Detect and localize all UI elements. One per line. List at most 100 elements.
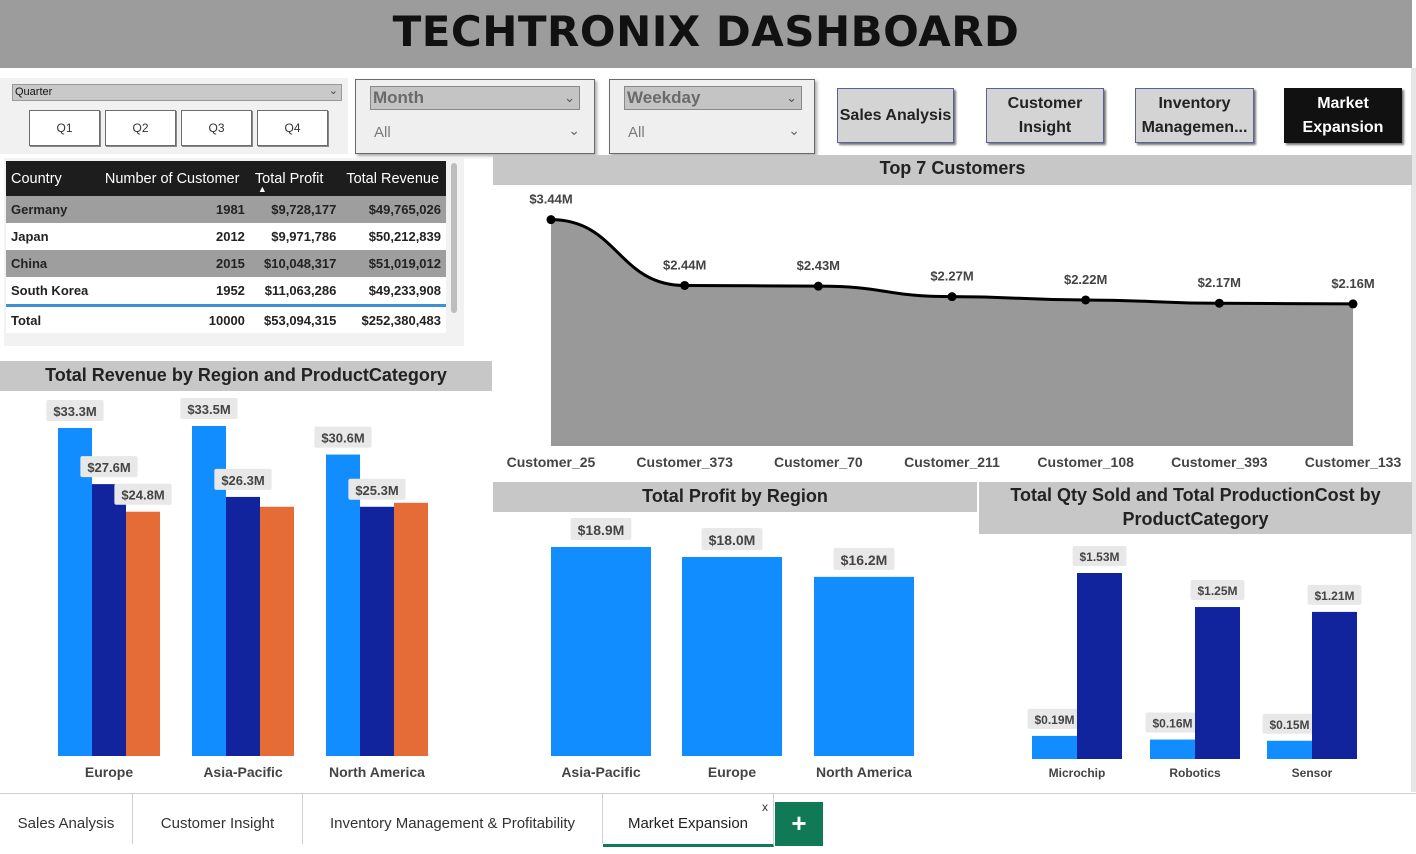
table-header-row: Country Number of Customer Total Profit ▲… bbox=[6, 161, 446, 196]
quarter-q3-button[interactable]: Q3 bbox=[181, 110, 252, 146]
x-tick-label: North America bbox=[329, 764, 425, 780]
cell-customers: 1952 bbox=[99, 277, 250, 306]
market-expansion-button[interactable]: Market Expansion bbox=[1284, 88, 1402, 143]
data-label: $2.22M bbox=[1064, 272, 1107, 287]
revenue-chart-title: Total Revenue by Region and ProductCateg… bbox=[0, 361, 492, 391]
table-total-row: Total 10000 $53,094,315 $252,380,483 bbox=[6, 304, 446, 333]
data-label: $1.25M bbox=[1197, 584, 1237, 598]
col-header-country[interactable]: Country bbox=[6, 161, 100, 196]
chevron-down-icon: ⌄ bbox=[328, 85, 338, 97]
bar bbox=[1150, 739, 1195, 759]
cell-revenue: $49,765,026 bbox=[341, 196, 446, 223]
bar bbox=[551, 547, 651, 756]
cell-profit: $9,728,177 bbox=[249, 196, 342, 223]
x-tick-label: Customer_211 bbox=[904, 454, 1000, 470]
data-label: $25.3M bbox=[355, 483, 398, 498]
x-tick-label: Microchip bbox=[1049, 766, 1106, 780]
cell-revenue: $50,212,839 bbox=[341, 223, 446, 250]
chevron-down-icon[interactable]: ⌄ bbox=[568, 122, 580, 139]
inventory-management-button[interactable]: Inventory Managemen... bbox=[1135, 88, 1254, 143]
customer-insight-button[interactable]: Customer Insight bbox=[986, 88, 1104, 143]
bar bbox=[326, 454, 360, 756]
table-scrollbar[interactable] bbox=[451, 163, 457, 313]
data-label: $1.53M bbox=[1079, 550, 1119, 564]
data-point bbox=[680, 280, 690, 290]
bar bbox=[126, 511, 160, 756]
chevron-down-icon[interactable]: ⌄ bbox=[788, 122, 800, 139]
x-tick-label: Europe bbox=[708, 764, 756, 780]
tab-customer-insight[interactable]: Customer Insight bbox=[133, 794, 303, 844]
quarter-q2-button[interactable]: Q2 bbox=[105, 110, 176, 146]
top-customers-chart: $3.44M Customer_25 $2.44M Customer_373 $2.43… bbox=[507, 192, 1402, 470]
col-header-revenue[interactable]: Total Revenue bbox=[341, 161, 446, 196]
bar bbox=[92, 484, 126, 756]
bar bbox=[1195, 607, 1240, 759]
cell-country: China bbox=[6, 250, 100, 277]
top-customers-title: Top 7 Customers bbox=[493, 155, 1412, 185]
data-point bbox=[813, 281, 823, 291]
table-row[interactable]: Germany 1981 $9,728,177 $49,765,026 bbox=[6, 196, 446, 223]
data-label: $3.44M bbox=[529, 192, 572, 207]
data-point bbox=[546, 215, 556, 225]
bar bbox=[1267, 740, 1312, 759]
bar bbox=[814, 576, 914, 756]
tab-sales-analysis[interactable]: Sales Analysis bbox=[0, 794, 133, 844]
month-slicer-header[interactable]: Month ⌄ bbox=[370, 86, 580, 110]
bar bbox=[1032, 735, 1077, 759]
weekday-slicer[interactable]: Weekday ⌄ All ⌄ bbox=[609, 79, 815, 154]
month-slicer[interactable]: Month ⌄ All ⌄ bbox=[355, 79, 595, 154]
weekday-slicer-title: Weekday bbox=[627, 88, 701, 107]
col-header-profit[interactable]: Total Profit ▲ bbox=[249, 161, 342, 196]
bar bbox=[1312, 611, 1357, 759]
data-label: $0.16M bbox=[1152, 717, 1192, 731]
x-tick-label: North America bbox=[816, 764, 912, 780]
x-tick-label: Customer_393 bbox=[1171, 454, 1268, 470]
data-label: $0.19M bbox=[1034, 713, 1074, 727]
x-tick-label: Customer_25 bbox=[507, 454, 596, 470]
sales-analysis-button[interactable]: Sales Analysis bbox=[837, 88, 954, 143]
quarter-dropdown[interactable]: Quarter ⌄ bbox=[12, 84, 342, 101]
cell-profit: $9,971,786 bbox=[249, 223, 342, 250]
data-label: $33.3M bbox=[53, 404, 96, 419]
cell-country: South Korea bbox=[6, 277, 100, 306]
qty-cost-chart: $0.19M $1.53M Microchip $0.16M $1.25M Robotic… bbox=[1027, 546, 1362, 780]
cell-customers: 2012 bbox=[99, 223, 250, 250]
x-tick-label: Europe bbox=[85, 764, 133, 780]
x-tick-label: Asia-Pacific bbox=[561, 764, 641, 780]
table-row[interactable]: China 2015 $10,048,317 $51,019,012 bbox=[6, 250, 446, 277]
cell-country: Japan bbox=[6, 223, 100, 250]
data-label: $30.6M bbox=[321, 431, 364, 446]
total-customers: 10000 bbox=[99, 304, 250, 333]
cell-revenue: $51,019,012 bbox=[341, 250, 446, 277]
data-label: $33.5M bbox=[187, 402, 230, 417]
x-tick-label: Asia-Pacific bbox=[203, 764, 283, 780]
country-table: Country Number of Customer Total Profit ▲… bbox=[6, 161, 446, 333]
cell-customers: 1981 bbox=[99, 196, 250, 223]
cell-profit: $11,063,286 bbox=[249, 277, 342, 306]
quarter-q4-button[interactable]: Q4 bbox=[257, 110, 328, 146]
qty-cost-chart-title: Total Qty Sold and Total ProductionCost … bbox=[979, 482, 1412, 534]
col-header-customers[interactable]: Number of Customer bbox=[99, 161, 250, 196]
data-label: $24.8M bbox=[121, 488, 164, 503]
dashboard-header: TECHTRONIX DASHBOARD bbox=[0, 0, 1412, 68]
data-label: $2.43M bbox=[797, 258, 840, 273]
profit-by-region-chart: $18.9M Asia-Pacific $18.0M Europe $16.2M Nort… bbox=[551, 518, 914, 780]
add-page-button[interactable]: + bbox=[775, 802, 823, 846]
tab-market-expansion[interactable]: Market Expansion bbox=[603, 794, 774, 847]
close-tab-icon[interactable]: x bbox=[762, 800, 768, 814]
weekday-slicer-header[interactable]: Weekday ⌄ bbox=[624, 86, 802, 110]
quarter-q1-button[interactable]: Q1 bbox=[29, 110, 100, 146]
total-label: Total bbox=[6, 304, 100, 333]
total-revenue: $252,380,483 bbox=[341, 304, 446, 333]
data-label: $2.16M bbox=[1331, 276, 1374, 291]
tab-inventory-management[interactable]: Inventory Management & Profitability bbox=[303, 794, 603, 844]
revenue-by-region-chart: $33.3M $27.6M $24.8M Europe $33.5M $26.3M Asia… bbox=[46, 398, 428, 780]
total-profit: $53,094,315 bbox=[249, 304, 342, 333]
bar bbox=[360, 506, 394, 756]
x-tick-label: Sensor bbox=[1292, 766, 1333, 780]
table-row[interactable]: Japan 2012 $9,971,786 $50,212,839 bbox=[6, 223, 446, 250]
data-label: $26.3M bbox=[221, 473, 264, 488]
bar bbox=[226, 496, 260, 756]
month-slicer-title: Month bbox=[373, 88, 424, 107]
table-row[interactable]: South Korea 1952 $11,063,286 $49,233,908 bbox=[6, 277, 446, 306]
